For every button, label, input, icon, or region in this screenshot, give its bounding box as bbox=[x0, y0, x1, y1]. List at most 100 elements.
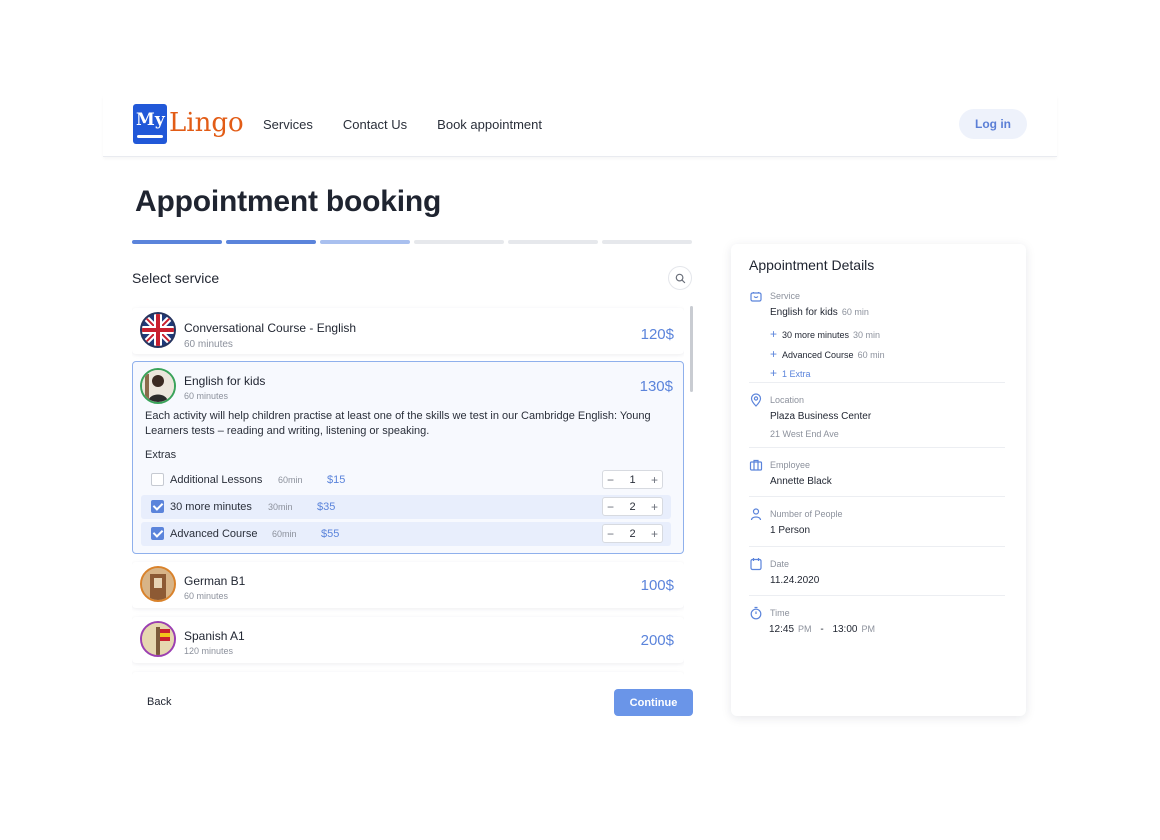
extra-price: $15 bbox=[327, 474, 346, 486]
extra-name: Additional Lessons bbox=[170, 474, 263, 486]
time-start: 12:45 bbox=[769, 624, 795, 635]
booking-progress bbox=[132, 240, 692, 244]
quantity-value: 1 bbox=[629, 473, 636, 486]
kids-photo-icon bbox=[140, 368, 176, 404]
service-price: 200$ bbox=[640, 632, 674, 649]
more-extras-text: 1 Extra bbox=[782, 369, 811, 379]
extra-duration: 60min bbox=[272, 529, 297, 539]
nav-services[interactable]: Services bbox=[263, 117, 313, 132]
service-price: 100$ bbox=[640, 577, 674, 594]
search-button[interactable] bbox=[668, 266, 692, 290]
back-button[interactable]: Back bbox=[147, 696, 171, 708]
service-name: Spanish A1 bbox=[184, 629, 245, 643]
service-card[interactable] bbox=[132, 672, 684, 676]
divider bbox=[749, 546, 1005, 547]
main-nav: Services Contact Us Book appointment bbox=[263, 117, 542, 132]
extra-name-text: Advanced Course bbox=[782, 350, 854, 360]
divider bbox=[749, 496, 1005, 497]
minus-icon[interactable]: − bbox=[607, 500, 614, 514]
divider bbox=[749, 595, 1005, 596]
service-name: English for kids bbox=[184, 374, 266, 388]
extra-checkbox[interactable] bbox=[151, 527, 164, 540]
divider bbox=[749, 382, 1005, 383]
continue-button[interactable]: Continue bbox=[614, 689, 693, 716]
extra-checkbox[interactable] bbox=[151, 473, 164, 486]
more-extras-link[interactable]: +1 Extra bbox=[770, 366, 811, 380]
time-start-suffix: PM bbox=[798, 624, 812, 634]
extra-name-text: 30 more minutes bbox=[782, 330, 850, 340]
search-icon bbox=[675, 273, 685, 283]
extra-name: 30 more minutes bbox=[170, 501, 252, 513]
plus-icon[interactable]: + bbox=[651, 527, 658, 541]
germany-photo-icon bbox=[140, 566, 176, 602]
service-duration: 60 minutes bbox=[184, 591, 229, 601]
quantity-stepper: − 2 + bbox=[602, 524, 663, 543]
service-card-selected[interactable]: English for kids 60 minutes 130$ Each ac… bbox=[132, 361, 684, 554]
extra-duration: 30min bbox=[268, 502, 293, 512]
minus-icon[interactable]: − bbox=[607, 473, 614, 487]
panel-title: Appointment Details bbox=[749, 257, 875, 273]
time-end: 13:00 bbox=[832, 624, 858, 635]
extras-heading: Extras bbox=[145, 449, 177, 461]
service-card[interactable]: Conversational Course - English 60 minut… bbox=[132, 308, 684, 354]
extra-duration: 60min bbox=[278, 475, 303, 485]
service-card[interactable]: Spanish A1 120 minutes 200$ bbox=[132, 617, 684, 663]
detail-service-name: English for kids 60 min bbox=[770, 307, 869, 318]
extra-name: Advanced Course bbox=[170, 528, 258, 540]
plus-icon: + bbox=[770, 327, 778, 341]
service-duration: 60 minutes bbox=[184, 391, 229, 401]
service-card[interactable]: German B1 60 minutes 100$ bbox=[132, 562, 684, 608]
plus-icon[interactable]: + bbox=[651, 473, 658, 487]
progress-step bbox=[414, 240, 504, 244]
detail-extra-item: +30 more minutes 30 min bbox=[770, 327, 880, 341]
extra-duration-text: 60 min bbox=[857, 350, 885, 360]
extra-row[interactable]: Advanced Course 60min $55 − 2 + bbox=[141, 522, 671, 546]
service-name-text: English for kids bbox=[770, 307, 838, 318]
quantity-stepper: − 2 + bbox=[602, 497, 663, 516]
nav-book-appointment[interactable]: Book appointment bbox=[437, 117, 542, 132]
employee-name: Annette Black bbox=[770, 476, 832, 487]
plus-icon: + bbox=[770, 347, 778, 361]
logo-wordmark: Lingo bbox=[169, 108, 244, 138]
logo-mark: My bbox=[133, 104, 167, 144]
detail-label: Time bbox=[770, 608, 790, 618]
service-list[interactable]: Conversational Course - English 60 minut… bbox=[132, 304, 684, 676]
progress-step bbox=[132, 240, 222, 244]
extra-price: $55 bbox=[321, 528, 340, 540]
extra-row[interactable]: Additional Lessons 60min $15 − 1 + bbox=[141, 468, 671, 492]
extra-duration-text: 30 min bbox=[853, 330, 881, 340]
progress-step bbox=[320, 240, 410, 244]
progress-step bbox=[508, 240, 598, 244]
minus-icon[interactable]: − bbox=[607, 527, 614, 541]
progress-step bbox=[602, 240, 692, 244]
briefcase-icon bbox=[749, 459, 763, 471]
people-count: 1 Person bbox=[770, 525, 811, 536]
detail-label: Employee bbox=[770, 460, 811, 470]
extra-checkbox[interactable] bbox=[151, 500, 164, 513]
location-name: Plaza Business Center bbox=[770, 411, 872, 422]
page-title: Appointment booking bbox=[135, 185, 442, 218]
divider bbox=[749, 447, 1005, 448]
detail-extra-item: + Advanced Course 60 min bbox=[770, 347, 885, 361]
extra-price: $35 bbox=[317, 501, 336, 513]
service-name: Conversational Course - English bbox=[184, 321, 357, 335]
nav-contact-us[interactable]: Contact Us bbox=[343, 117, 407, 132]
extra-row[interactable]: 30 more minutes 30min $35 − 2 + bbox=[141, 495, 671, 519]
login-button[interactable]: Log in bbox=[959, 109, 1027, 139]
location-pin-icon bbox=[750, 393, 762, 407]
select-service-label: Select service bbox=[132, 270, 220, 286]
service-duration-text: 60 min bbox=[841, 307, 869, 317]
quantity-value: 2 bbox=[629, 527, 636, 540]
appointment-details-panel: Appointment Details Service English for … bbox=[731, 244, 1026, 716]
service-price: 120$ bbox=[640, 326, 674, 343]
quantity-stepper: − 1 + bbox=[602, 470, 663, 489]
plus-icon[interactable]: + bbox=[651, 500, 658, 514]
mylingo-logo[interactable]: My Lingo bbox=[133, 104, 244, 144]
service-description: Each activity will help children practis… bbox=[145, 410, 651, 437]
service-list-scrollbar[interactable] bbox=[690, 306, 693, 392]
service-duration: 60 minutes bbox=[184, 339, 233, 350]
detail-label: Date bbox=[770, 559, 790, 569]
time-separator: - bbox=[820, 624, 824, 635]
time-range: 12:45 PM - 13:00 PM bbox=[769, 624, 875, 635]
progress-step bbox=[226, 240, 316, 244]
